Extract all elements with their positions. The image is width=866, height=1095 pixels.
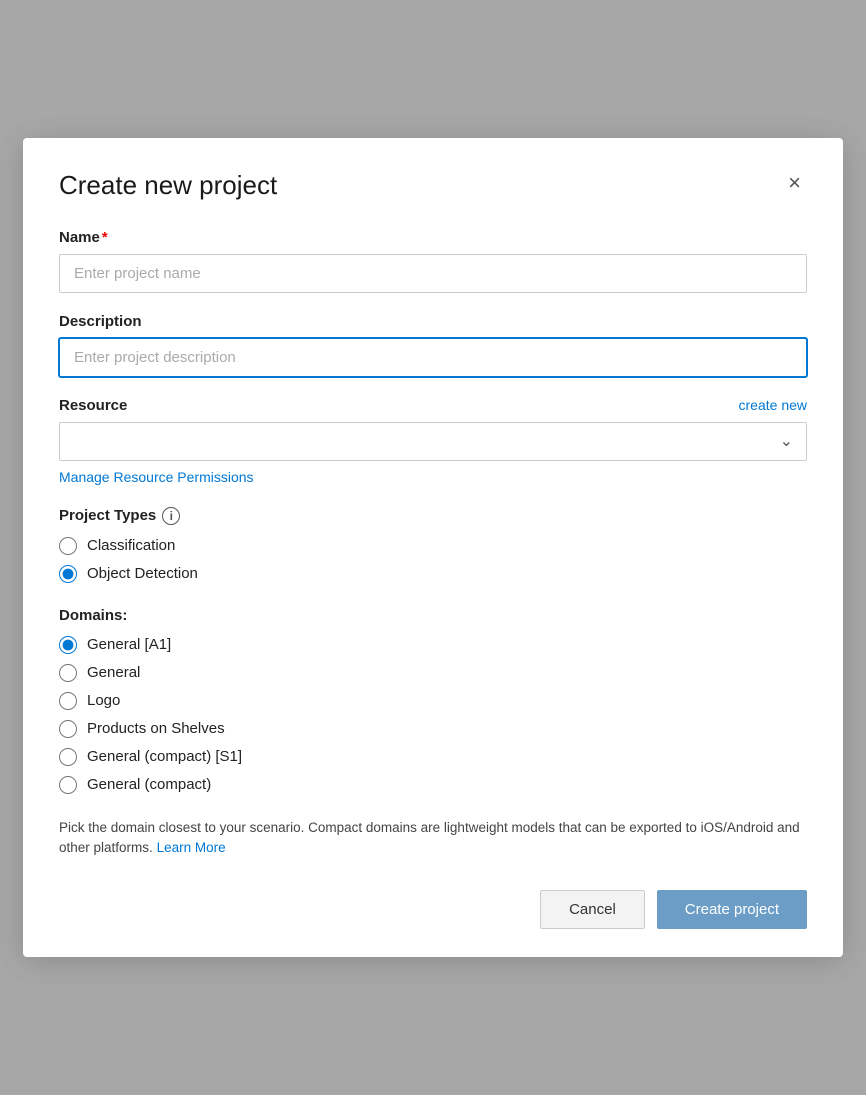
close-button[interactable]: × (782, 170, 807, 196)
radio-object-detection-label: Object Detection (87, 565, 198, 582)
project-types-radio-group: Classification Object Detection (59, 537, 807, 583)
radio-item-general-a1[interactable]: General [A1] (59, 636, 807, 654)
project-types-group: Project Types i Classification Object De… (59, 507, 807, 583)
modal-dialog: Create new project × Name* Description R… (23, 138, 843, 958)
manage-permissions-link[interactable]: Manage Resource Permissions (59, 469, 254, 485)
create-new-link[interactable]: create new (739, 397, 807, 413)
radio-item-classification[interactable]: Classification (59, 537, 807, 555)
radio-general-compact-s1-label: General (compact) [S1] (87, 748, 242, 765)
required-star: * (102, 229, 108, 246)
domains-label: Domains: (59, 607, 807, 624)
resource-header: Resource create new (59, 397, 807, 414)
radio-general[interactable] (59, 664, 77, 682)
description-input[interactable] (59, 338, 807, 377)
radio-item-general-compact[interactable]: General (compact) (59, 776, 807, 794)
resource-field-group: Resource create new ⌄ Manage Resource Pe… (59, 397, 807, 487)
description-label: Description (59, 313, 807, 330)
radio-general-compact-label: General (compact) (87, 776, 211, 793)
modal-footer: Cancel Create project (59, 890, 807, 929)
radio-products-on-shelves-label: Products on Shelves (87, 720, 225, 737)
radio-item-object-detection[interactable]: Object Detection (59, 565, 807, 583)
radio-general-compact-s1[interactable] (59, 748, 77, 766)
modal-title: Create new project (59, 170, 277, 201)
resource-label: Resource (59, 397, 127, 414)
radio-general-compact[interactable] (59, 776, 77, 794)
cancel-button[interactable]: Cancel (540, 890, 645, 929)
name-field-group: Name* (59, 229, 807, 293)
domains-radio-group: General [A1] General Logo Products on Sh… (59, 636, 807, 794)
create-project-button[interactable]: Create project (657, 890, 807, 929)
radio-item-logo[interactable]: Logo (59, 692, 807, 710)
modal-header: Create new project × (59, 170, 807, 201)
resource-select[interactable] (59, 422, 807, 461)
domains-section: Domains: General [A1] General Logo Produ… (59, 607, 807, 794)
resource-select-wrapper: ⌄ (59, 422, 807, 461)
name-label: Name* (59, 229, 807, 246)
radio-general-a1-label: General [A1] (87, 636, 171, 653)
radio-classification[interactable] (59, 537, 77, 555)
modal-overlay: Create new project × Name* Description R… (0, 0, 866, 1095)
description-field-group: Description (59, 313, 807, 377)
project-name-input[interactable] (59, 254, 807, 293)
info-icon: i (162, 507, 180, 525)
radio-item-general[interactable]: General (59, 664, 807, 682)
domain-description-text: Pick the domain closest to your scenario… (59, 818, 807, 859)
project-types-label: Project Types i (59, 507, 807, 525)
radio-general-a1[interactable] (59, 636, 77, 654)
radio-general-label: General (87, 664, 140, 681)
learn-more-link[interactable]: Learn More (157, 840, 226, 855)
radio-logo[interactable] (59, 692, 77, 710)
radio-item-products-on-shelves[interactable]: Products on Shelves (59, 720, 807, 738)
radio-item-general-compact-s1[interactable]: General (compact) [S1] (59, 748, 807, 766)
radio-products-on-shelves[interactable] (59, 720, 77, 738)
radio-classification-label: Classification (87, 537, 175, 554)
radio-logo-label: Logo (87, 692, 120, 709)
radio-object-detection[interactable] (59, 565, 77, 583)
